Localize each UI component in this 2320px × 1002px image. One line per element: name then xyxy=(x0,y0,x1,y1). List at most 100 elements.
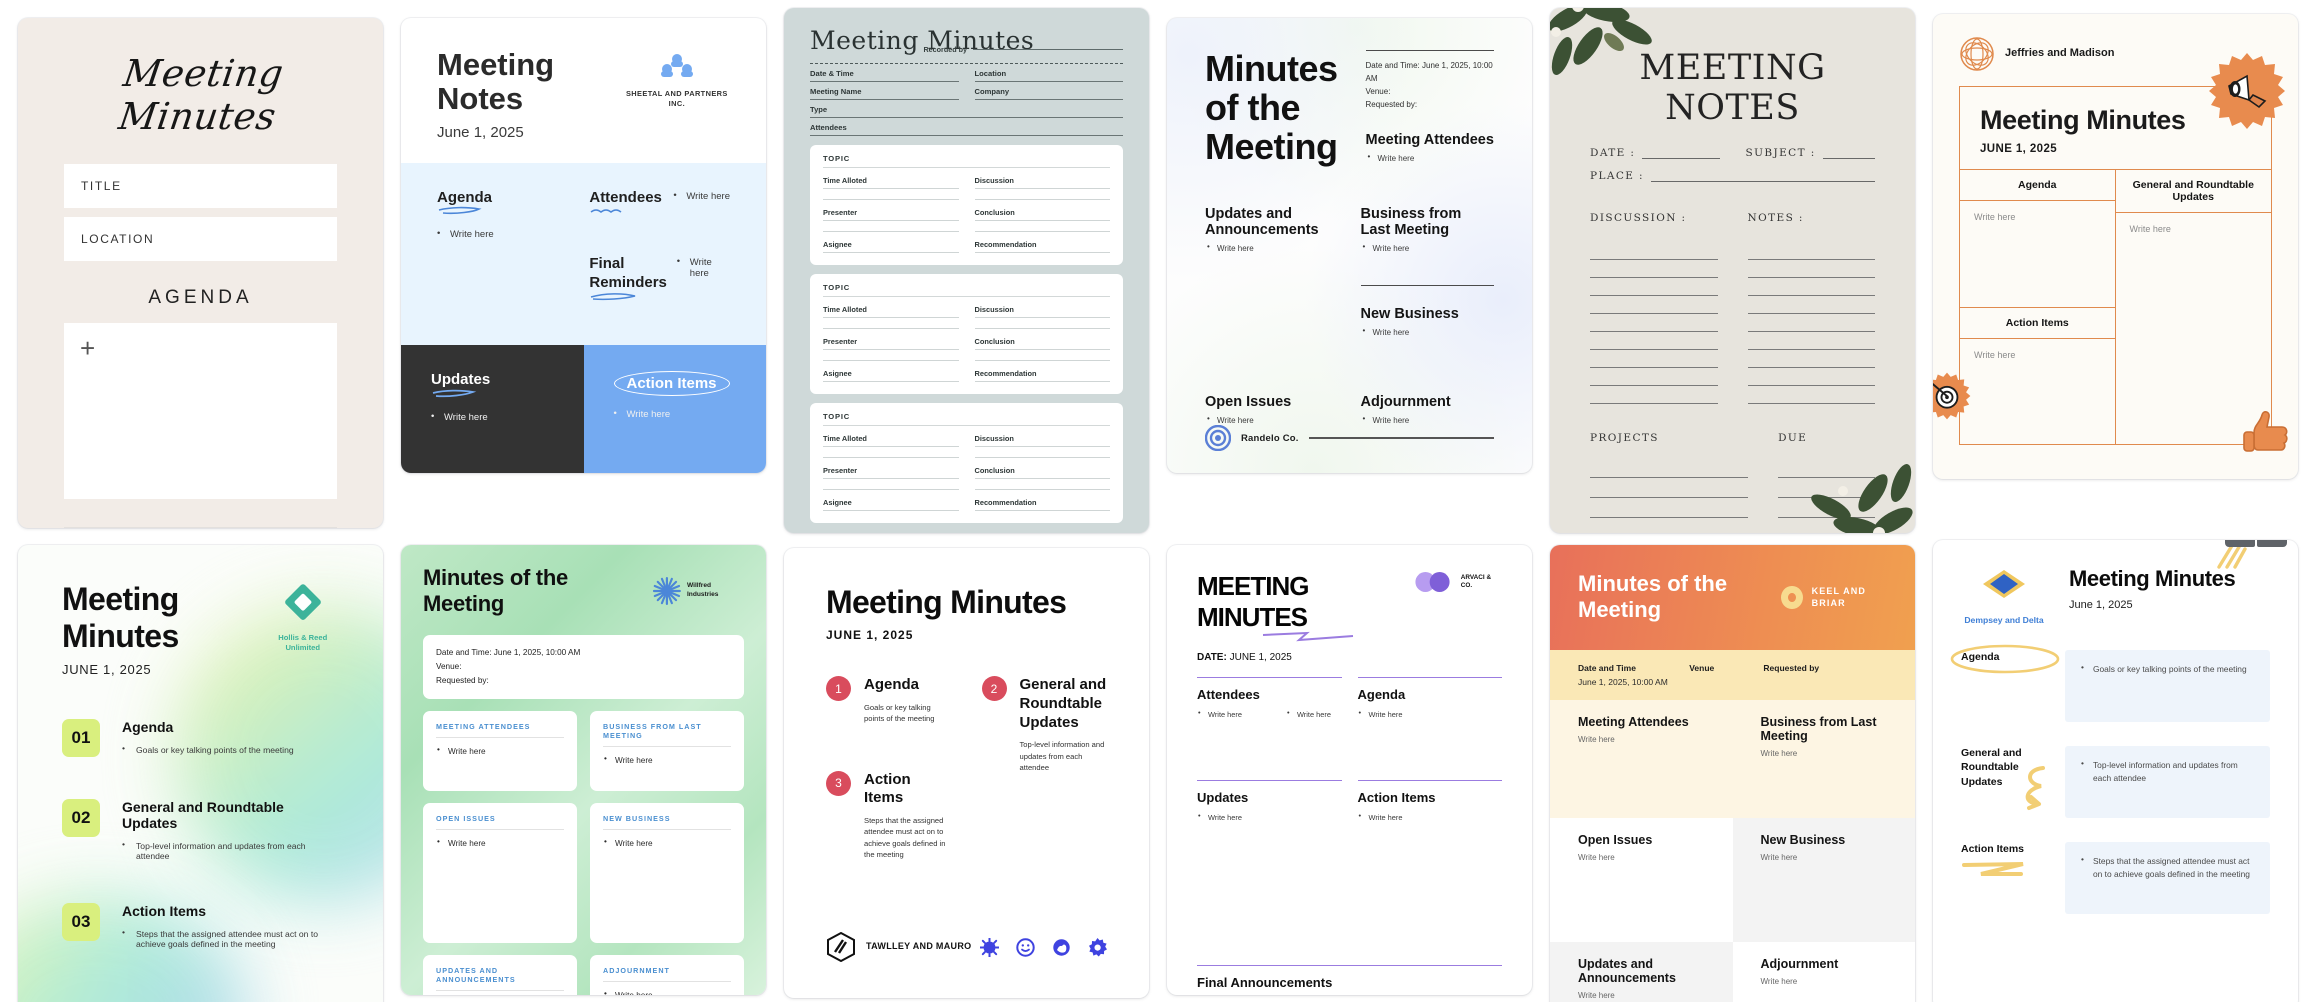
item-description: Goals or key talking points of the meeti… xyxy=(2081,661,2254,676)
thumbs-up-sticker-icon xyxy=(2243,411,2288,452)
brand-logo: Willfred Industries xyxy=(653,577,744,605)
item-number: 3 xyxy=(826,770,851,796)
card-hover-actions[interactable] xyxy=(2225,540,2287,547)
column-label-projects: PROJECTS xyxy=(1590,432,1659,444)
field-asignee: Asignee xyxy=(823,498,959,511)
field-time-alloted: Time Alloted xyxy=(823,176,959,189)
section-label-meeting-attendees: Meeting Attendees xyxy=(1365,131,1494,148)
placeholder-text: Write here xyxy=(1361,414,1495,425)
field-recommendation: Recommendation xyxy=(974,240,1110,253)
card-title: Meeting Minutes xyxy=(2069,566,2236,591)
meta-date-time: Date and Time: June 1, 2025, 10:00 AM xyxy=(1365,61,1493,84)
placeholder-text: Write here xyxy=(1286,708,1331,719)
write-line xyxy=(1642,146,1720,159)
placeholder-text: Write here xyxy=(603,837,731,848)
brand-logo: Hollis & Reed Unlimited xyxy=(267,581,339,654)
section-label-business-last-meeting: Business from Last Meeting xyxy=(1760,714,1877,743)
col-action-item: ACTION ITEM xyxy=(109,527,198,528)
field-location: LOCATION xyxy=(64,217,337,261)
item-description: Steps that the assigned attendee must ac… xyxy=(2081,853,2254,880)
write-lines xyxy=(1590,458,1749,533)
field-title: TITLE xyxy=(64,164,337,208)
field-location: Location xyxy=(974,69,1123,82)
template-card-greyblue-meeting-minutes[interactable]: Meeting Minutes Recorded by Date & Time … xyxy=(784,8,1149,533)
card-date: JUNE 1, 2025 xyxy=(1980,143,2058,155)
item-description: Top-level information and updates from e… xyxy=(2081,757,2254,784)
brand-name: Randelo Co. xyxy=(1241,432,1299,444)
write-lines xyxy=(1590,242,1718,404)
template-card-green-minutes-meeting[interactable]: Minutes of the Meeting Willfred Industri… xyxy=(401,545,766,995)
section-box: OPEN ISSUES Write here xyxy=(423,803,577,944)
field-discussion: Discussion xyxy=(974,305,1110,318)
item-label: General and Roundtable Updates xyxy=(1961,746,2047,811)
placeholder-text: Write here xyxy=(437,228,589,240)
section-cell: Adjournment Write here xyxy=(1732,941,1915,1002)
meta-label-date-time: Date and Time xyxy=(1578,662,1636,673)
section-label-new-business: NEW BUSINESS xyxy=(603,814,731,831)
section-box: Goals or key talking points of the meeti… xyxy=(2065,650,2270,723)
meta-requested-by: Requested by: xyxy=(1365,99,1418,109)
brand-logo: KEEL AND BRIAR xyxy=(1781,585,1887,609)
template-card-orange-jeffries-madison[interactable]: Jeffries and Madison Meeting Minutes JUN… xyxy=(1933,14,2298,479)
section-label-meeting-attendees: MEETING ATTENDEES xyxy=(436,722,564,739)
placeholder-text: Write here xyxy=(431,411,554,423)
template-card-dempsey-delta[interactable]: Dempsey and Delta Meeting Minutes June 1… xyxy=(1933,540,2298,1002)
column-label-due: DUE xyxy=(1778,432,1808,444)
underline-scribble-icon xyxy=(1962,862,2024,877)
section-label-adjournment: Adjournment xyxy=(1360,394,1451,411)
template-card-gradient-minutes-meeting[interactable]: Minutes of the Meeting Date and Time: Ju… xyxy=(1167,18,1532,473)
topic-label: TOPIC xyxy=(823,283,1110,297)
section-label-updates-announcements: Updates and Announcements xyxy=(1578,956,1676,985)
field-date-time: Date & Time xyxy=(810,69,959,82)
placeholder-text: Write here xyxy=(1760,976,1798,986)
field-type: Type xyxy=(810,105,1123,118)
placeholder-text: Write here xyxy=(436,745,564,756)
card-title: Minutes of the Meeting xyxy=(1578,571,1728,623)
item-number: 02 xyxy=(62,799,100,837)
smiley-icon xyxy=(1016,937,1035,957)
item-description: Top-level information and updates from e… xyxy=(122,839,339,861)
brand-name: TAWLLEY AND MAURO xyxy=(866,941,972,952)
placeholder-text: Write here xyxy=(1760,852,1798,862)
placeholder-text: Write here xyxy=(1197,811,1242,822)
notes-label: NOTES xyxy=(810,531,1123,533)
template-card-botanical-meeting-notes[interactable]: MEETING NOTES DATE : SUBJECT : PLACE : D… xyxy=(1550,8,1915,533)
placeholder-text: Write here xyxy=(677,256,730,315)
meta-label-venue: Venue xyxy=(1689,662,1715,673)
section-cell: Meeting Attendees Write here xyxy=(1550,699,1733,818)
item-number: 03 xyxy=(62,903,100,941)
meta-venue: Venue: xyxy=(1365,86,1391,96)
meta-bar: Date and Time: June 1, 2025, 10:00 AM Ve… xyxy=(423,635,744,700)
item-label: Agenda xyxy=(1950,644,2060,674)
star-button[interactable] xyxy=(2225,540,2255,547)
placeholder-text: Write here xyxy=(1358,811,1402,822)
meta-value-date-time: June 1, 2025, 10:00 AM xyxy=(1578,676,1668,687)
field-company: Company xyxy=(974,87,1123,100)
template-card-keel-briar-coral[interactable]: Minutes of the Meeting KEEL AND BRIAR Da… xyxy=(1550,545,1915,1002)
date-label: DATE: xyxy=(1197,652,1227,663)
more-options-button[interactable] xyxy=(2257,540,2287,547)
section-label-final-announcements: Final Announcements xyxy=(1197,975,1333,990)
meta-venue: Venue: xyxy=(436,662,462,672)
item-description: Goals or key talking points of the meeti… xyxy=(122,743,294,755)
section-label-updates: Updates xyxy=(431,371,491,389)
meta-band: Date and Time June 1, 2025, 10:00 AM Ven… xyxy=(1550,649,1915,700)
topic-block: TOPIC Time Alloted Discussion Presenter … xyxy=(810,403,1123,523)
section-cell: New Business Write here xyxy=(1732,817,1915,942)
list-item: 01 Agenda Goals or key talking points of… xyxy=(62,719,339,757)
field-time-alloted: Time Alloted xyxy=(823,305,959,318)
template-card-meeting-notes-blue[interactable]: Meeting Notes June 1, 2025 SHEETAL AND P… xyxy=(401,18,766,473)
section-box: BUSINESS FROM LAST MEETING Write here xyxy=(590,711,744,792)
dashed-divider xyxy=(810,63,1123,64)
template-card-hollis-reed-numbered[interactable]: Meeting Minutes JUNE 1, 2025 Hollis & Re… xyxy=(18,545,383,1002)
template-card-tawlley-mauro-numbered[interactable]: Meeting Minutes JUNE 1, 2025 1 Agenda Go… xyxy=(784,548,1149,998)
topic-label: TOPIC xyxy=(823,154,1110,168)
template-card-cream-meeting-minutes[interactable]: Meeting Minutes TITLE LOCATION AGENDA + … xyxy=(18,18,383,528)
section-label-adjournment: ADJOURNMENT xyxy=(603,966,731,983)
section-label-final-reminders: Final Reminders xyxy=(589,254,667,291)
field-discussion: Discussion xyxy=(974,434,1110,447)
date-value: JUNE 1, 2025 xyxy=(1229,652,1292,663)
list-item: 2 General and Roundtable Updates Top-lev… xyxy=(981,676,1108,773)
item-description: Goals or key talking points of the meeti… xyxy=(864,702,935,724)
template-card-arvaci-purple-minutes[interactable]: MEETING MINUTES DATE: JUNE 1, 2025 ARVAC… xyxy=(1167,545,1532,995)
